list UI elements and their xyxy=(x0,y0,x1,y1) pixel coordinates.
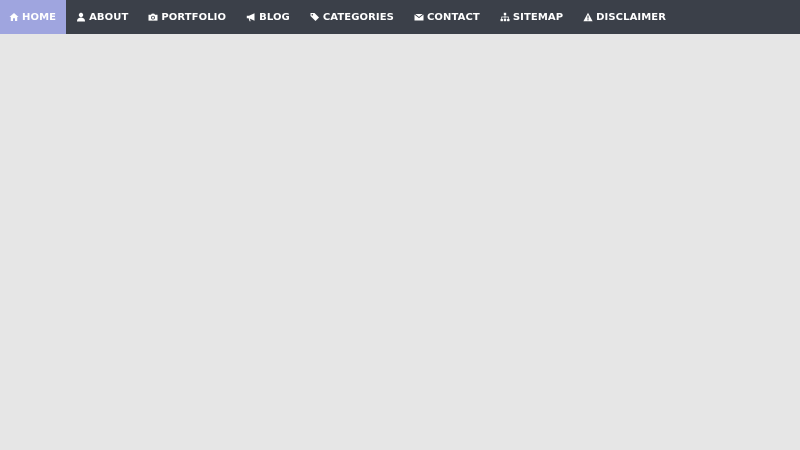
nav-item-home[interactable]: HOME xyxy=(0,0,67,34)
warning-icon xyxy=(583,12,593,22)
nav-item-blog[interactable]: BLOG xyxy=(236,0,300,34)
user-icon xyxy=(76,12,86,22)
nav-item-label: SITEMAP xyxy=(512,11,564,23)
page-content xyxy=(0,34,800,450)
nav-item-portfolio[interactable]: PORTFOLIO xyxy=(138,0,236,34)
nav-item-label: BLOG xyxy=(259,11,290,23)
nav-item-about[interactable]: ABOUT xyxy=(66,0,138,34)
nav-item-sitemap[interactable]: SITEMAP xyxy=(490,0,573,34)
nav-item-label: CONTACT xyxy=(426,11,480,23)
home-icon xyxy=(9,12,19,22)
nav-item-categories[interactable]: CATEGORIES xyxy=(300,0,404,34)
main-navbar: HOME ABOUT PORTFOLIO BLOG CATEGORIES CON… xyxy=(0,0,800,34)
nav-item-label: DISCLAIMER xyxy=(596,11,667,23)
nav-item-contact[interactable]: CONTACT xyxy=(404,0,490,34)
nav-item-disclaimer[interactable]: DISCLAIMER xyxy=(573,0,676,34)
bullhorn-icon xyxy=(246,12,256,22)
nav-item-label: CATEGORIES xyxy=(322,11,394,23)
nav-item-label: PORTFOLIO xyxy=(161,11,227,23)
camera-icon xyxy=(148,12,158,22)
tags-icon xyxy=(310,12,320,22)
nav-item-label: ABOUT xyxy=(89,11,129,23)
sitemap-icon xyxy=(500,12,510,22)
nav-item-label: HOME xyxy=(22,11,57,23)
envelope-icon xyxy=(414,12,424,22)
